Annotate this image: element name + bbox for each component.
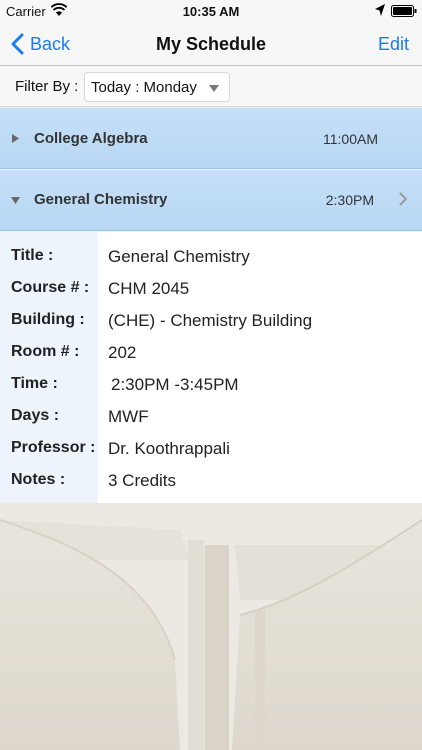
edit-button[interactable]: Edit	[378, 34, 409, 55]
disclosure-collapsed-icon	[12, 134, 19, 143]
course-detail-panel: Title : General Chemistry Course # : CHM…	[0, 232, 422, 503]
detail-room-value: 202	[108, 343, 137, 362]
detail-room-key: Room # :	[11, 343, 80, 360]
detail-time-value: 2:30PM -3:45PM	[111, 375, 239, 395]
status-time: 10:35 AM	[182, 4, 240, 19]
filter-bar: Filter By : Today : Monday	[0, 67, 422, 107]
course-time: 11:00AM	[323, 131, 378, 147]
back-button[interactable]: Back	[10, 32, 70, 56]
detail-time-end: 3:45PM	[180, 375, 239, 394]
detail-course-value: CHM 2045	[108, 279, 190, 298]
dropdown-caret-icon	[209, 85, 219, 92]
detail-time-row: Time : 2:30PM -3:45PM	[0, 375, 422, 407]
day-filter-dropdown[interactable]: Today : Monday	[84, 72, 230, 102]
detail-room-row: Room # : 202	[0, 343, 422, 375]
detail-notes-row: Notes : 3 Credits	[0, 471, 422, 503]
battery-icon	[391, 5, 417, 17]
detail-title-value: General Chemistry	[108, 247, 250, 266]
detail-time-start: 2:30PM	[111, 375, 170, 394]
detail-building-row: Building : (CHE) - Chemistry Building	[0, 311, 422, 343]
detail-course-row: Course # : CHM 2045	[0, 279, 422, 311]
filter-label: Filter By :	[15, 78, 79, 95]
detail-title-key: Title :	[11, 247, 54, 264]
course-name: General Chemistry	[34, 191, 168, 208]
detail-professor-value: Dr. Koothrappali	[108, 439, 230, 458]
chevron-right-icon[interactable]	[399, 192, 408, 206]
course-time: 2:30PM	[325, 192, 374, 208]
location-arrow-icon	[375, 4, 385, 16]
detail-time-key: Time :	[11, 375, 58, 392]
detail-notes-value: 3 Credits	[108, 471, 177, 490]
detail-days-row: Days : MWF	[0, 407, 422, 439]
detail-days-key: Days :	[11, 407, 60, 424]
disclosure-expanded-icon	[11, 197, 20, 204]
course-name: College Algebra	[34, 130, 148, 147]
back-button-label: Back	[30, 33, 71, 54]
detail-professor-key: Professor :	[11, 439, 96, 456]
detail-professor-row: Professor : Dr. Koothrappali	[0, 439, 422, 471]
detail-building-key: Building :	[11, 311, 85, 328]
day-filter-value: Today : Monday	[91, 79, 197, 96]
status-bar: Carrier 10:35 AM	[0, 0, 422, 22]
detail-notes-key: Notes :	[11, 471, 66, 488]
course-row-college-algebra[interactable]: College Algebra 11:00AM	[0, 108, 422, 169]
chevron-left-icon	[11, 33, 24, 55]
detail-course-key: Course # :	[11, 279, 90, 296]
course-row-general-chemistry[interactable]: General Chemistry 2:30PM	[0, 170, 422, 231]
detail-days-value: MWF	[108, 407, 149, 426]
detail-title-row: Title : General Chemistry	[0, 247, 422, 279]
navigation-bar: Back My Schedule Edit	[0, 22, 422, 66]
detail-building-value: (CHE) - Chemistry Building	[108, 311, 313, 330]
